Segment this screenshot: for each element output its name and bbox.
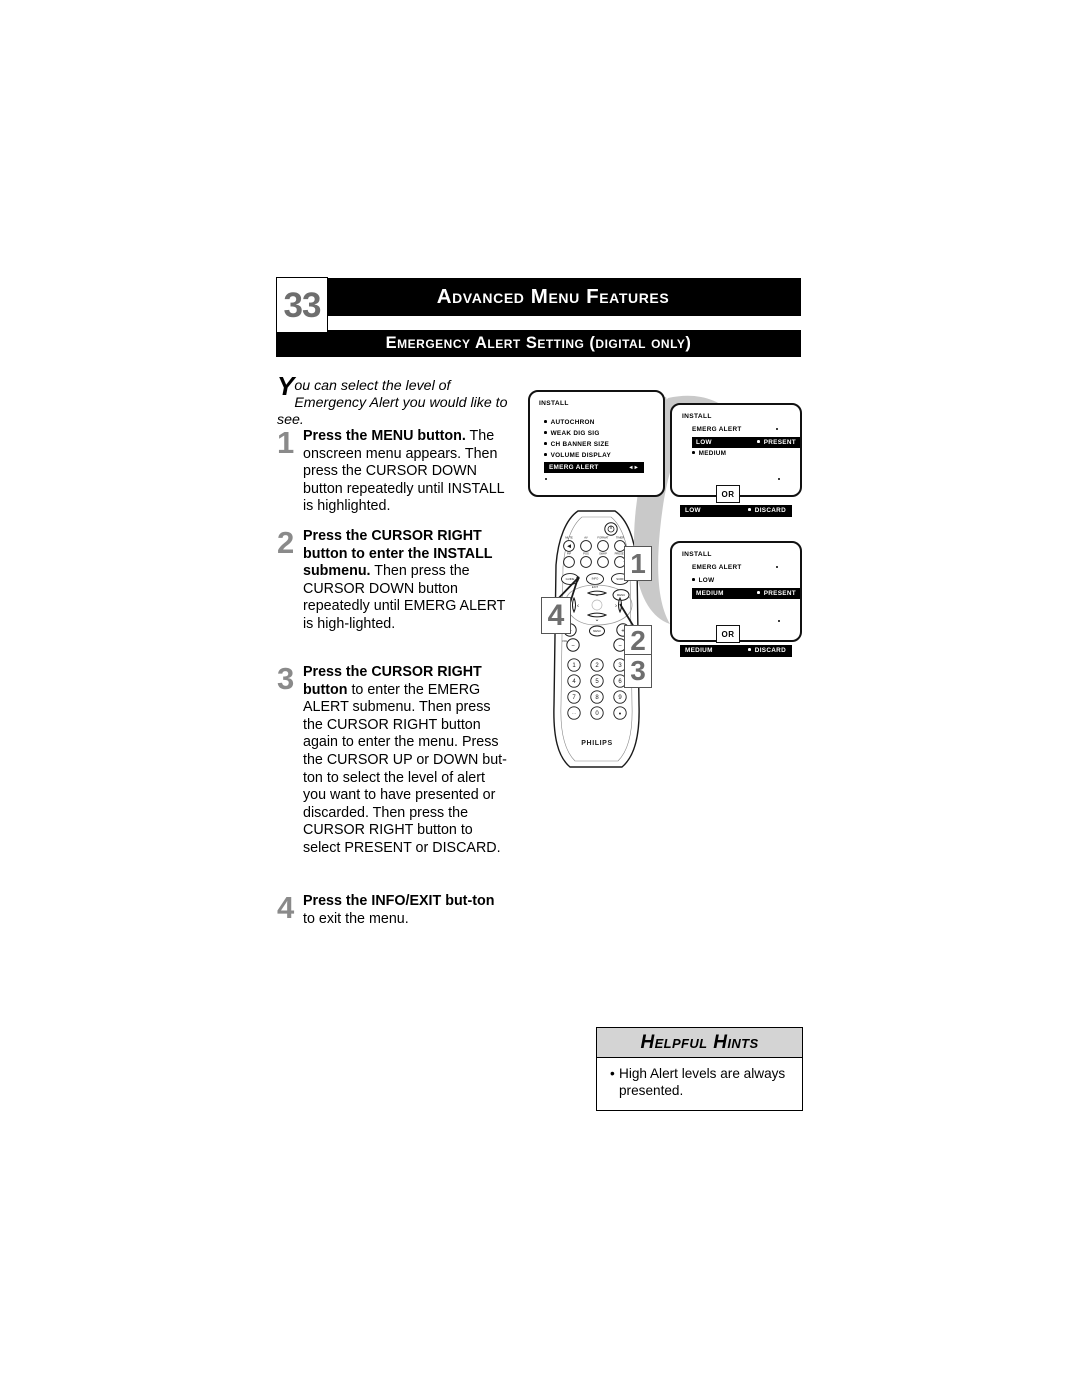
- helpful-hints-box: Helpful Hints • High Alert levels are alw…: [596, 1027, 803, 1111]
- page-title: Advanced Menu Features: [436, 285, 670, 308]
- callout-4: 4: [541, 597, 571, 634]
- hint-text: High Alert levels are always presented.: [619, 1066, 786, 1098]
- step-number: 4: [277, 890, 295, 925]
- tv-option-medium-present-highlighted: MEDIUM PRESENT: [692, 588, 800, 599]
- tv-menu-item-autochron: AUTOCHRON: [544, 419, 595, 426]
- step-text: Press the CURSOR RIGHT button to enter t…: [303, 664, 509, 858]
- tv-result-medium-discard: MEDIUM DISCARD: [680, 645, 792, 657]
- step-text: Press the CURSOR RIGHT button to enter t…: [303, 528, 509, 634]
- tv-menu-item-weak-dig-sig: WEAK DIG SIG: [544, 430, 600, 437]
- tv-option-low: LOW: [692, 577, 714, 584]
- tv-option-medium: MEDIUM: [692, 450, 726, 457]
- tv-option-low-present-highlighted: LOW PRESENT: [692, 437, 800, 448]
- bullet-icon: [692, 451, 695, 454]
- tv-option-label: MEDIUM: [698, 450, 727, 457]
- callout-1: 1: [624, 546, 652, 581]
- tv-screen-install-menu: INSTALL AUTOCHRON WEAK DIG SIG CH BANNER…: [528, 390, 665, 497]
- bullet-icon: [748, 508, 751, 511]
- bullet-icon: [544, 431, 547, 434]
- or-divider-label-top: OR: [716, 485, 740, 503]
- bullet-icon: [545, 478, 548, 481]
- page-number: 33: [283, 285, 322, 325]
- helpful-hints-body: • High Alert levels are always presented.: [597, 1058, 802, 1110]
- bullet-icon: [778, 478, 781, 481]
- callout-2: 2: [624, 625, 652, 657]
- step-body-text: to enter the EMERG ALERT submenu. Then p…: [303, 681, 507, 856]
- tv-menu-title: INSTALL: [682, 413, 712, 420]
- tv-result-action: DISCARD: [748, 647, 786, 654]
- step-text: Press the MENU button. The onscreen menu…: [303, 428, 509, 516]
- tv-option-label: LOW: [698, 577, 715, 584]
- tv-result-level: LOW: [685, 507, 701, 514]
- tv-option-action: PRESENT: [757, 590, 796, 597]
- tv-item-label: AUTOCHRON: [550, 419, 595, 426]
- step-bold-text: Press the INFO/EXIT but-ton: [303, 893, 495, 909]
- step-2: 2 Press the CURSOR RIGHT button to enter…: [277, 525, 509, 634]
- bullet-icon: [776, 566, 779, 569]
- hint-list-item: • High Alert levels are always presented.: [607, 1065, 792, 1099]
- tv-option-action: PRESENT: [757, 439, 796, 446]
- tv-submenu-title: EMERG ALERT: [692, 426, 742, 433]
- intro-text: ou can select the level of Emergency Ale…: [277, 378, 508, 428]
- intro-dropcap: Y: [277, 371, 295, 401]
- step-1: 1 Press the MENU button. The onscreen me…: [277, 425, 509, 516]
- or-divider-label-bottom: OR: [716, 625, 740, 643]
- bullet-icon: [778, 620, 781, 623]
- helpful-hints-title: Helpful Hints: [640, 1031, 759, 1053]
- callout-3: 3: [624, 654, 652, 688]
- intro-paragraph: You can select the level of Emergency Al…: [277, 371, 517, 429]
- tv-result-low-discard: LOW DISCARD: [680, 505, 792, 517]
- step-body-text: to exit the menu.: [303, 910, 409, 927]
- bullet-icon: [776, 428, 779, 431]
- tv-submenu-title: EMERG ALERT: [692, 564, 742, 571]
- helpful-hints-header: Helpful Hints: [597, 1028, 802, 1058]
- tv-result-level: MEDIUM: [685, 647, 713, 654]
- step-number: 2: [277, 525, 295, 560]
- section-header-bar: Emergency Alert Setting (digital only): [276, 330, 801, 357]
- tv-result-action: DISCARD: [748, 507, 786, 514]
- step-bold-text: Press the MENU button.: [303, 428, 466, 444]
- bullet-icon: [544, 420, 547, 423]
- step-3: 3 Press the CURSOR RIGHT button to enter…: [277, 661, 509, 858]
- left-right-arrows-icon: ◄►: [628, 464, 639, 471]
- bullet-icon: [757, 440, 760, 443]
- tv-screen-low-present: INSTALL EMERG ALERT LOW PRESENT MEDIUM: [670, 403, 802, 497]
- bullet-icon: •: [610, 1066, 615, 1081]
- bullet-icon: [544, 442, 547, 445]
- tv-item-label: CH BANNER SIZE: [550, 441, 610, 448]
- tv-menu-item-ch-banner-size: CH BANNER SIZE: [544, 441, 609, 448]
- bullet-icon: [544, 453, 547, 456]
- tv-option-level: MEDIUM: [696, 590, 724, 597]
- step-text: Press the INFO/EXIT but-ton to exit the …: [303, 893, 509, 928]
- step-number: 3: [277, 661, 295, 696]
- page-number-box: 33: [276, 277, 328, 333]
- bullet-icon: [692, 578, 695, 581]
- bullet-icon: [757, 591, 760, 594]
- tv-item-label: EMERG ALERT: [549, 464, 599, 471]
- tv-menu-title: INSTALL: [682, 551, 712, 558]
- manual-page: Advanced Menu Features 33 Emergency Aler…: [0, 0, 1080, 1397]
- tv-menu-title: INSTALL: [539, 400, 569, 407]
- tv-item-label: WEAK DIG SIG: [550, 430, 600, 437]
- step-4: 4 Press the INFO/EXIT but-ton to exit th…: [277, 890, 509, 928]
- tv-item-label: VOLUME DISPLAY: [550, 452, 612, 459]
- bullet-icon: [748, 648, 751, 651]
- step-number: 1: [277, 425, 295, 460]
- tv-menu-item-emerg-alert-highlighted: EMERG ALERT ◄►: [544, 462, 644, 473]
- tv-option-level: LOW: [696, 439, 712, 446]
- tv-menu-item-volume-display: VOLUME DISPLAY: [544, 452, 611, 459]
- page-header-bar: Advanced Menu Features: [305, 278, 801, 316]
- section-title: Emergency Alert Setting (digital only): [385, 334, 692, 352]
